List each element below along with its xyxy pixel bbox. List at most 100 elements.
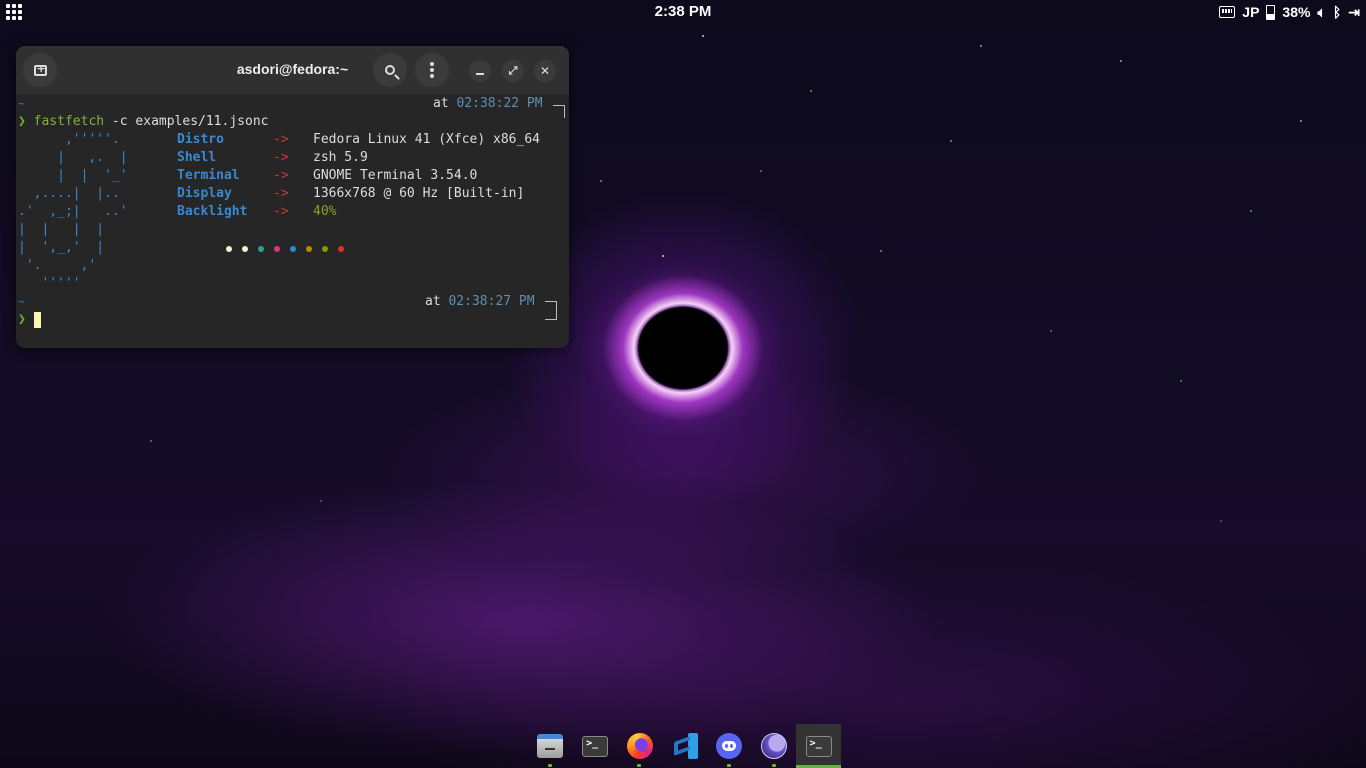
command-line: ❯ fastfetch -c examples/11.jsonc bbox=[18, 114, 269, 129]
star bbox=[1120, 60, 1122, 62]
prompt-time: at 02:38:22 PM bbox=[433, 96, 543, 111]
dock: >_ >_ bbox=[528, 724, 842, 768]
dock-item-gnome-terminal[interactable]: >_ bbox=[796, 724, 842, 768]
star bbox=[600, 180, 602, 182]
logout-icon: ⇥ bbox=[1348, 4, 1360, 20]
star bbox=[880, 250, 882, 252]
vscode-icon bbox=[672, 733, 698, 759]
color-palette bbox=[226, 246, 356, 252]
battery-icon bbox=[1266, 4, 1276, 20]
battery-percent: 38% bbox=[1282, 4, 1311, 20]
running-indicator bbox=[771, 764, 776, 767]
terminal-icon: >_ bbox=[805, 735, 832, 757]
kebab-menu-icon bbox=[430, 62, 434, 78]
logo-line: | ',_,' | bbox=[18, 240, 105, 255]
star bbox=[702, 35, 704, 37]
maximize-icon: ⤢ bbox=[508, 64, 518, 77]
dock-item-files[interactable] bbox=[528, 724, 573, 768]
maximize-button[interactable]: ⤢ bbox=[502, 60, 524, 82]
terminal-icon: >_ bbox=[582, 735, 609, 757]
star bbox=[1250, 210, 1252, 212]
info-arrow: -> bbox=[273, 186, 289, 201]
star bbox=[810, 90, 812, 92]
color-dot bbox=[338, 246, 344, 252]
logo-line: .' ,_;| ..' bbox=[18, 204, 128, 219]
running-indicator bbox=[637, 764, 642, 767]
star bbox=[980, 45, 982, 47]
star bbox=[150, 440, 152, 442]
star bbox=[1180, 380, 1182, 382]
terminal-window[interactable]: asdori@fedora:~ ⤢ ✕ ~ at 02:38:22 PM ❯ f… bbox=[16, 46, 569, 348]
star bbox=[1300, 120, 1302, 122]
dock-item-discord[interactable] bbox=[707, 724, 752, 768]
color-dot bbox=[258, 246, 264, 252]
title-bar[interactable]: asdori@fedora:~ ⤢ ✕ bbox=[16, 46, 569, 94]
clock[interactable]: 2:38 PM bbox=[0, 3, 1366, 20]
firefox-icon bbox=[626, 733, 653, 759]
dock-item-moon[interactable] bbox=[752, 724, 797, 768]
volume-icon: 🔈︎ bbox=[1317, 4, 1326, 20]
bluetooth-icon: ᛒ bbox=[1332, 4, 1342, 20]
prompt-dir: ~ bbox=[18, 295, 25, 308]
logo-line: | ,. | bbox=[18, 150, 128, 165]
prompt-dir: ~ bbox=[18, 97, 25, 110]
info-row: Terminal bbox=[177, 168, 240, 183]
star bbox=[950, 140, 952, 142]
logo-line: | | '_' bbox=[18, 168, 128, 183]
star bbox=[760, 170, 762, 172]
close-icon: ✕ bbox=[539, 64, 551, 78]
system-tray[interactable]: JP 38% 🔈︎ ᛒ ⇥ bbox=[1219, 3, 1360, 21]
info-row: Distro bbox=[177, 132, 224, 147]
color-dot bbox=[242, 246, 248, 252]
input-line[interactable]: ❯ bbox=[18, 311, 41, 329]
info-value: 1366x768 @ 60 Hz [Built-in] bbox=[313, 186, 525, 201]
info-arrow: -> bbox=[273, 132, 289, 147]
star bbox=[662, 255, 664, 257]
color-dot bbox=[306, 246, 312, 252]
logo-line: ''''' bbox=[18, 276, 81, 291]
logo-line: '. ,' bbox=[18, 258, 97, 273]
minimize-icon bbox=[476, 72, 484, 75]
info-row: Backlight bbox=[177, 204, 248, 219]
info-value: zsh 5.9 bbox=[313, 150, 368, 165]
text-cursor bbox=[33, 311, 41, 328]
logo-line: ,....| |.. bbox=[18, 186, 120, 201]
prompt-bracket bbox=[545, 307, 557, 320]
info-row: Shell bbox=[177, 150, 217, 165]
menu-button[interactable] bbox=[415, 53, 449, 87]
moon-icon bbox=[760, 733, 787, 759]
discord-icon bbox=[716, 733, 743, 759]
dock-item-vscode[interactable] bbox=[662, 724, 707, 768]
info-value: 40% bbox=[313, 204, 337, 219]
info-arrow: -> bbox=[273, 204, 289, 219]
star bbox=[1050, 330, 1052, 332]
terminal-output[interactable]: ~ at 02:38:22 PM ❯ fastfetch -c examples… bbox=[16, 94, 569, 348]
input-method-label: JP bbox=[1242, 4, 1260, 20]
star bbox=[320, 500, 322, 502]
star bbox=[1220, 520, 1222, 522]
files-icon bbox=[537, 734, 564, 758]
info-arrow: -> bbox=[273, 168, 289, 183]
dock-item-terminal[interactable]: >_ bbox=[573, 724, 618, 768]
prompt-bracket bbox=[553, 105, 565, 118]
search-button[interactable] bbox=[373, 53, 407, 87]
info-arrow: -> bbox=[273, 150, 289, 165]
color-dot bbox=[322, 246, 328, 252]
running-indicator bbox=[726, 764, 731, 767]
logo-line: ,'''''. bbox=[18, 132, 120, 147]
info-value: Fedora Linux 41 (Xfce) x86_64 bbox=[313, 132, 540, 147]
dock-item-firefox[interactable] bbox=[617, 724, 662, 768]
prompt-time: at 02:38:27 PM bbox=[425, 294, 535, 309]
logo-line: | | | | bbox=[18, 222, 105, 237]
color-dot bbox=[290, 246, 296, 252]
close-button[interactable]: ✕ bbox=[534, 60, 556, 82]
running-indicator bbox=[548, 764, 552, 767]
info-value: GNOME Terminal 3.54.0 bbox=[313, 168, 478, 183]
minimize-button[interactable] bbox=[469, 60, 491, 82]
color-dot bbox=[274, 246, 280, 252]
search-icon bbox=[385, 65, 395, 75]
color-dot bbox=[226, 246, 232, 252]
keyboard-icon bbox=[1219, 6, 1236, 18]
top-bar: 2:38 PM JP 38% 🔈︎ ᛒ ⇥ bbox=[0, 0, 1366, 24]
info-row: Display bbox=[177, 186, 232, 201]
